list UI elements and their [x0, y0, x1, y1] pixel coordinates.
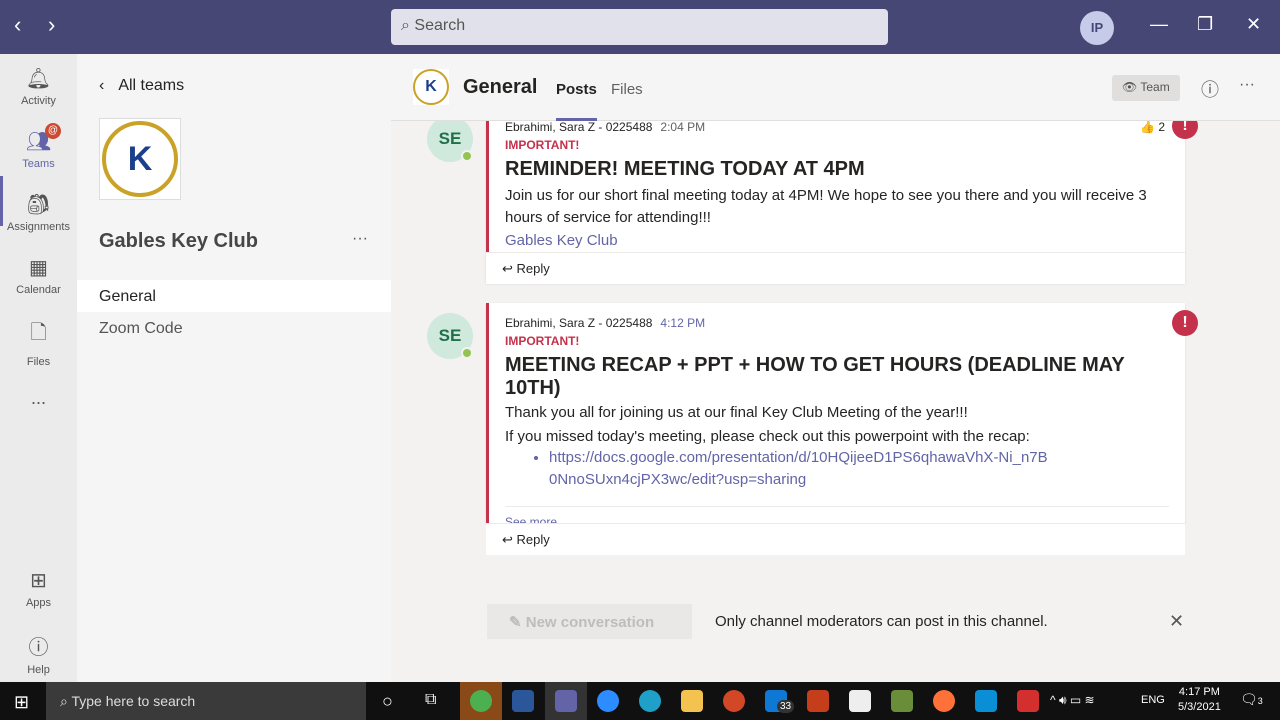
reply-icon: ↩ [502, 261, 517, 276]
post-signature[interactable]: Gables Key Club [505, 230, 1169, 252]
channel-header: K General Posts Files 👁︎ Team ⓘ ··· [391, 54, 1280, 121]
more-options-icon[interactable]: ··· [1239, 76, 1255, 94]
post-body-line: If you missed today's meeting, please ch… [505, 427, 1030, 445]
reply-button[interactable]: ↩ Reply [486, 523, 1185, 555]
reply-icon: ↩ [502, 532, 517, 547]
rail-assignments[interactable]: 🎒︎ Assignments [0, 192, 77, 233]
close-icon[interactable]: ✕ [1246, 14, 1261, 35]
team-logo-small: K [413, 69, 449, 105]
edge-icon[interactable] [639, 690, 661, 712]
calendar-icon: ▦ [29, 257, 48, 279]
mail-icon[interactable]: 33 [765, 690, 795, 713]
file-icon: 🗋 [30, 322, 47, 344]
more-icon: ... [30, 388, 46, 408]
avatar[interactable]: IP [1080, 11, 1114, 45]
rail-teams[interactable]: 👥︎ Teams @ [0, 123, 77, 170]
rail-files[interactable]: 🗋 Files [0, 318, 77, 368]
system-tray-icons[interactable]: ^ 🔊︎ ▭ ≋ [1050, 693, 1095, 708]
reply-button[interactable]: ↩ Reply [486, 252, 1185, 284]
task-view-icon[interactable]: ⧉ [425, 691, 436, 709]
rail-help[interactable]: ⓘ Help [0, 631, 77, 676]
author-avatar[interactable]: SE [427, 116, 473, 162]
important-icon: ! [1172, 310, 1198, 336]
maximize-icon[interactable]: ❐ [1197, 14, 1213, 35]
taskbar: ⊞ ⌕ Type here to search ○ ⧉ 33 ^ 🔊︎ ▭ ≋ … [0, 682, 1280, 720]
search-input[interactable]: ⌕ Search [391, 9, 888, 45]
post-body-line: Thank you all for joining us at our fina… [505, 404, 968, 421]
rail-apps[interactable]: ⊞ Apps [0, 568, 77, 609]
all-teams-link[interactable]: ‹ All teams [99, 77, 184, 95]
importance-label: IMPORTANT! [505, 138, 580, 152]
post-author: Ebrahimi, Sara Z - 0225488 [505, 316, 653, 330]
minecraft-icon[interactable] [891, 690, 913, 712]
language-indicator[interactable]: ENG [1141, 694, 1165, 706]
store-icon[interactable] [849, 690, 871, 712]
app-rail: 🔔︎ Activity 👥︎ Teams @ 🎒︎ Assignments ▦ Calen… [0, 54, 77, 682]
back-arrow-icon[interactable]: ‹ [14, 12, 21, 38]
teams-app-icon[interactable] [555, 690, 577, 712]
presence-icon [461, 347, 473, 359]
zoom-icon[interactable] [597, 690, 619, 712]
like-reaction[interactable]: 👍 2 [1140, 120, 1165, 134]
apps-icon: ⊞ [30, 570, 47, 592]
reader-icon[interactable] [807, 690, 829, 712]
teams-icon: 👥︎ [25, 131, 52, 153]
cortana-icon[interactable]: ○ [382, 691, 393, 712]
clock[interactable]: 4:17 PM 5/3/2021 [1178, 686, 1221, 713]
notification-icon[interactable]: 🗨︎3 [1240, 691, 1263, 708]
team-more-button[interactable]: ··· [352, 230, 368, 248]
post-time: 4:12 PM [660, 316, 706, 330]
tab-posts[interactable]: Posts [556, 81, 597, 121]
author-avatar[interactable]: SE [427, 313, 473, 359]
powerpoint-icon[interactable] [723, 690, 745, 712]
post-body: Join us for our short final meeting toda… [505, 187, 1147, 226]
windows-start-icon[interactable]: ⊞ [14, 692, 29, 713]
channel-general[interactable]: General [77, 280, 391, 312]
backpack-icon: 🎒︎ [25, 194, 52, 216]
minimize-icon[interactable]: — [1150, 14, 1168, 35]
post-author: Ebrahimi, Sara Z - 0225488 [505, 120, 653, 134]
chevron-left-icon: ‹ [99, 77, 105, 94]
app-icon[interactable] [975, 690, 997, 712]
post-time: 2:04 PM [660, 120, 706, 134]
forward-arrow-icon[interactable]: › [48, 12, 55, 38]
team-panel: ‹ All teams K Gables Key Club ··· General… [77, 54, 391, 682]
rail-more[interactable]: ... [0, 388, 77, 409]
thumbs-up-icon: 👍 [1140, 120, 1155, 134]
compose-icon: ✎ [509, 614, 526, 631]
post-card: Ebrahimi, Sara Z - 0225488 4:12 PM IMPORT… [486, 303, 1185, 529]
presence-icon [461, 150, 473, 162]
info-icon[interactable]: ⓘ [1201, 76, 1219, 102]
search-icon: ⌕ [401, 17, 415, 34]
post-subject: MEETING RECAP + PPT + HOW TO GET HOURS (… [505, 354, 1125, 399]
taskbar-search[interactable]: ⌕ Type here to search [46, 682, 366, 720]
search-icon: ⌕ [60, 693, 72, 709]
rail-calendar[interactable]: ▦ Calendar [0, 255, 77, 296]
channel-zoom-code[interactable]: Zoom Code [77, 312, 391, 344]
post-subject: REMINDER! MEETING TODAY AT 4PM [505, 158, 865, 180]
moderator-notice: Only channel moderators can post in this… [715, 613, 1048, 630]
new-conversation-button[interactable]: ✎ New conversation [487, 604, 692, 639]
presentation-link[interactable]: https://docs.google.com/presentation/d/1… [549, 447, 1049, 490]
rail-activity[interactable]: 🔔︎ Activity [0, 66, 77, 107]
team-logo: K [99, 118, 181, 200]
team-button[interactable]: 👁︎ Team [1112, 75, 1180, 101]
help-icon: ⓘ [28, 637, 49, 659]
channel-main: SE Ebrahimi, Sara Z - 0225488 2:04 PM 👍 2… [391, 54, 1280, 682]
eye-icon: 👁︎ [1122, 80, 1141, 94]
importance-label: IMPORTANT! [505, 334, 580, 348]
channel-title: General [463, 76, 538, 98]
dismiss-icon[interactable]: ✕ [1169, 611, 1184, 632]
word-icon[interactable] [512, 690, 534, 712]
tab-files[interactable]: Files [611, 81, 643, 98]
mention-badge: @ [45, 123, 61, 139]
team-name: Gables Key Club [99, 230, 258, 252]
firefox-icon[interactable] [933, 690, 955, 712]
file-explorer-icon[interactable] [681, 690, 703, 712]
bell-icon: 🔔︎ [25, 68, 52, 90]
chrome-icon[interactable] [470, 690, 492, 712]
book-app-icon[interactable] [1017, 690, 1039, 712]
title-bar: ‹ › ⌕ Search IP — ❐ ✕ [0, 0, 1280, 54]
